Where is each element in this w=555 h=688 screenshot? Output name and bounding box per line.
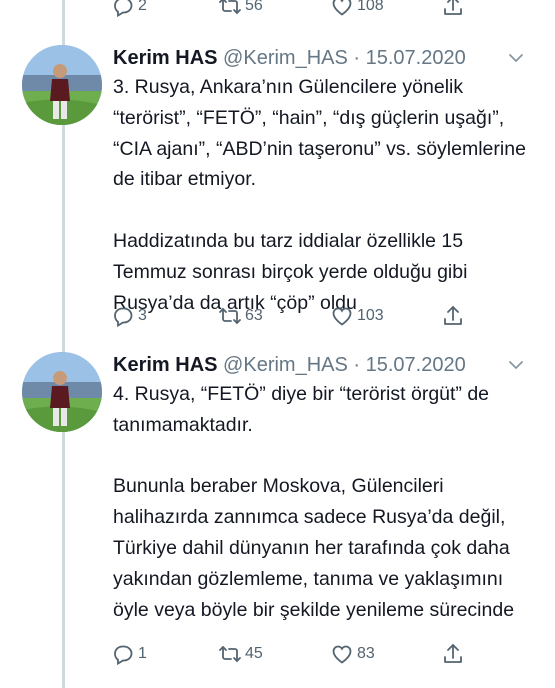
reply-icon bbox=[114, 0, 133, 18]
tweet-text: 4. Rusya, “FETÖ” diye bir “terörist örgü… bbox=[113, 379, 533, 625]
tweet-header: Kerim HAS @Kerim_HAS · 15.07.2020 bbox=[113, 352, 466, 378]
tweet-date[interactable]: 15.07.2020 bbox=[366, 47, 466, 69]
tweet[interactable]: Kerim HAS @Kerim_HAS · 15.07.2020 3. Rus… bbox=[0, 45, 555, 335]
tweet-text: 3. Rusya, Ankara’nın Gülencilere yönelik… bbox=[113, 72, 533, 318]
avatar[interactable] bbox=[22, 45, 102, 125]
reply-button[interactable]: 1 bbox=[111, 642, 147, 666]
retweet-button[interactable]: 63 bbox=[218, 304, 263, 328]
share-icon bbox=[444, 0, 462, 15]
like-count: 83 bbox=[357, 645, 375, 662]
tweet-header: Kerim HAS @Kerim_HAS · 15.07.2020 bbox=[113, 45, 466, 71]
retweet-button[interactable]: 56 bbox=[218, 0, 263, 18]
reply-count: 1 bbox=[138, 645, 147, 662]
reply-count: 2 bbox=[138, 0, 147, 14]
header-separator: · bbox=[353, 47, 361, 69]
like-count: 103 bbox=[357, 307, 384, 324]
reply-button[interactable]: 2 bbox=[111, 0, 147, 18]
heart-icon bbox=[332, 645, 352, 664]
author-name[interactable]: Kerim HAS bbox=[113, 47, 217, 69]
reply-count: 3 bbox=[138, 307, 147, 324]
author-handle[interactable]: @Kerim_HAS bbox=[223, 354, 348, 376]
retweet-count: 45 bbox=[245, 645, 263, 662]
like-button[interactable]: 108 bbox=[330, 0, 384, 18]
heart-icon bbox=[332, 0, 352, 16]
share-icon bbox=[444, 306, 462, 325]
author-name[interactable]: Kerim HAS bbox=[113, 354, 217, 376]
retweet-button[interactable]: 45 bbox=[218, 642, 263, 666]
tweet-date[interactable]: 15.07.2020 bbox=[366, 354, 466, 376]
tweet-paragraph: Bununla beraber Moskova, Gülencileri hal… bbox=[113, 475, 515, 621]
tweet-paragraph: 4. Rusya, “FETÖ” diye bir “terörist örgü… bbox=[113, 383, 490, 436]
tweet[interactable]: Kerim HAS @Kerim_HAS · 15.07.2020 4. Rus… bbox=[0, 352, 555, 688]
heart-icon bbox=[332, 307, 352, 326]
header-separator: · bbox=[353, 354, 361, 376]
tweet-paragraph: 3. Rusya, Ankara’nın Gülencilere yönelik… bbox=[113, 76, 526, 191]
share-button[interactable] bbox=[441, 304, 465, 328]
like-count: 108 bbox=[357, 0, 384, 14]
like-button[interactable]: 103 bbox=[330, 304, 384, 328]
retweet-icon bbox=[219, 646, 241, 662]
chevron-down-icon[interactable] bbox=[507, 49, 525, 67]
reply-button[interactable]: 3 bbox=[111, 304, 147, 328]
retweet-count: 56 bbox=[245, 0, 263, 14]
share-icon bbox=[444, 644, 462, 663]
avatar[interactable] bbox=[22, 352, 102, 432]
retweet-count: 63 bbox=[245, 307, 263, 324]
reply-icon bbox=[114, 645, 133, 666]
tweet-actions: 1 45 83 bbox=[0, 642, 555, 666]
avatar-photo bbox=[22, 45, 102, 125]
tweet-actions: 2 56 108 bbox=[0, 0, 555, 18]
tweet-actions: 3 63 103 bbox=[0, 304, 555, 328]
share-button[interactable] bbox=[441, 0, 465, 18]
reply-icon bbox=[114, 307, 133, 328]
share-button[interactable] bbox=[441, 642, 465, 666]
retweet-icon bbox=[219, 0, 241, 14]
retweet-icon bbox=[219, 308, 241, 324]
like-button[interactable]: 83 bbox=[330, 642, 375, 666]
chevron-down-icon[interactable] bbox=[507, 356, 525, 374]
author-handle[interactable]: @Kerim_HAS bbox=[223, 47, 348, 69]
avatar-photo bbox=[22, 352, 102, 432]
